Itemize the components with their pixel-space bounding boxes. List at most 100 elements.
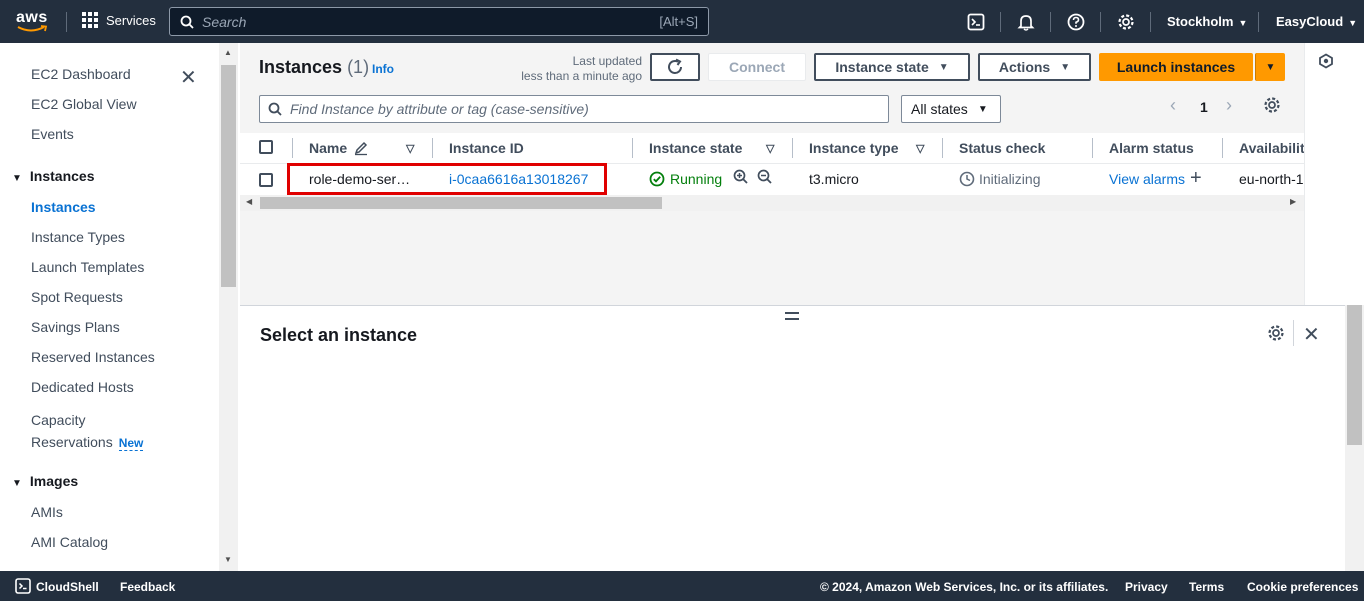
sidebar-scrollbar[interactable]: ▲ ▼	[219, 43, 238, 571]
sidebar-item-events[interactable]: Events	[31, 126, 74, 142]
add-alarm-icon[interactable]: +	[1190, 167, 1202, 190]
scrollbar-thumb[interactable]	[1347, 305, 1362, 445]
feedback-link[interactable]: Feedback	[120, 580, 175, 594]
cloudshell-footer-icon[interactable]	[15, 578, 31, 597]
states-filter-select[interactable]: All states ▼	[901, 95, 1001, 123]
new-badge: New	[118, 436, 144, 451]
instance-state-cell: Running	[649, 171, 722, 187]
sidebar-item-amis[interactable]: AMIs	[31, 504, 63, 520]
caret-down-icon: ▼	[1238, 18, 1248, 28]
nav-divider	[1100, 12, 1101, 32]
launch-instances-button[interactable]: Launch instances	[1099, 53, 1253, 81]
global-search[interactable]: [Alt+S]	[169, 7, 709, 36]
cookie-preferences-link[interactable]: Cookie preferences	[1247, 580, 1358, 594]
nav-divider	[1000, 12, 1001, 32]
cloudshell-link[interactable]: CloudShell	[36, 580, 99, 594]
table-horizontal-scrollbar[interactable]: ◀ ▶	[240, 195, 1304, 211]
page-title: Instances (1)	[259, 57, 370, 77]
instances-table: Name ▽ Instance ID Instance state ▽ Inst…	[240, 133, 1304, 211]
scrollbar-thumb[interactable]	[221, 65, 236, 287]
caret-down-icon: ▼	[12, 478, 22, 489]
column-header-alarm-status[interactable]: Alarm status	[1109, 133, 1194, 163]
search-icon	[180, 15, 194, 29]
sidebar-item-reserved-instances[interactable]: Reserved Instances	[31, 349, 155, 365]
gear-icon[interactable]	[1116, 12, 1136, 32]
select-all-checkbox[interactable]	[259, 140, 273, 154]
column-header-status-check[interactable]: Status check	[959, 133, 1045, 163]
copyright: © 2024, Amazon Web Services, Inc. or its…	[820, 580, 1109, 594]
region-selector[interactable]: Stockholm ▼	[1167, 14, 1247, 29]
sidebar-item-global-view[interactable]: EC2 Global View	[31, 96, 137, 112]
caret-down-icon: ▼	[12, 173, 22, 184]
aws-logo-text: aws	[16, 9, 48, 26]
instance-state-button[interactable]: Instance state ▼	[814, 53, 970, 81]
previous-page-icon[interactable]: ‹	[1170, 95, 1176, 116]
scroll-left-icon[interactable]: ◀	[246, 197, 252, 206]
privacy-link[interactable]: Privacy	[1125, 580, 1168, 594]
sidebar-item-instances[interactable]: Instances	[31, 199, 96, 215]
help-icon[interactable]	[1066, 12, 1086, 32]
services-menu-button[interactable]: Services	[82, 12, 156, 28]
bell-icon[interactable]	[1016, 12, 1036, 32]
sidebar-item-dedicated-hosts[interactable]: Dedicated Hosts	[31, 379, 134, 395]
sidebar-item-ec2-dashboard[interactable]: EC2 Dashboard	[31, 66, 131, 82]
zoom-out-icon[interactable]	[756, 168, 774, 189]
nav-divider	[1258, 12, 1259, 32]
actions-button[interactable]: Actions ▼	[978, 53, 1091, 81]
launch-dropdown-button[interactable]: ▼	[1255, 53, 1285, 81]
edit-icon[interactable]	[353, 140, 369, 156]
instance-count: (1)	[347, 57, 370, 77]
services-label: Services	[106, 12, 156, 28]
close-panel-icon[interactable]: ✕	[1303, 322, 1320, 347]
scroll-down-icon[interactable]: ▼	[224, 555, 232, 564]
details-panel: Select an instance ✕	[240, 305, 1345, 571]
resize-handle-icon[interactable]	[785, 312, 799, 320]
account-menu[interactable]: EasyCloud ▼	[1276, 14, 1357, 29]
row-checkbox[interactable]	[259, 173, 273, 187]
current-page[interactable]: 1	[1200, 99, 1208, 115]
preferences-icon[interactable]	[1263, 96, 1281, 117]
instance-type: t3.micro	[809, 171, 859, 187]
status-label: Initializing	[979, 171, 1041, 187]
column-header-instance-id[interactable]: Instance ID	[449, 133, 524, 163]
terms-link[interactable]: Terms	[1189, 580, 1224, 594]
cloudshell-icon[interactable]	[966, 12, 986, 32]
sidebar-section-images[interactable]: ▼ Images	[12, 473, 78, 489]
next-page-icon[interactable]: ›	[1226, 95, 1232, 116]
caret-down-icon: ▼	[938, 61, 949, 73]
view-alarms-link[interactable]: View alarms	[1109, 171, 1185, 187]
refresh-button[interactable]	[650, 53, 700, 81]
instance-filter[interactable]	[259, 95, 889, 123]
sort-icon[interactable]: ▽	[766, 133, 774, 163]
sidebar-section-instances[interactable]: ▼ Instances	[12, 168, 95, 184]
sort-icon[interactable]: ▽	[406, 133, 414, 163]
scroll-right-icon[interactable]: ▶	[1290, 197, 1296, 206]
info-link[interactable]: Info	[372, 62, 394, 76]
close-sidebar-icon[interactable]: ✕	[180, 65, 197, 90]
search-icon	[268, 102, 282, 116]
side-navigation: EC2 Dashboard ✕ EC2 Global View Events ▼…	[0, 43, 238, 571]
connect-button[interactable]: Connect	[708, 53, 806, 81]
sidebar-item-instance-types[interactable]: Instance Types	[31, 229, 125, 245]
sort-icon[interactable]: ▽	[916, 133, 924, 163]
scroll-up-icon[interactable]: ▲	[224, 48, 232, 57]
sidebar-item-spot-requests[interactable]: Spot Requests	[31, 289, 123, 305]
column-header-instance-state[interactable]: Instance state	[649, 133, 742, 163]
page-vertical-scrollbar[interactable]	[1345, 305, 1364, 571]
sidebar-item-capacity-reservations[interactable]: Capacity Reservations New	[31, 409, 144, 454]
caret-down-icon: ▼	[1265, 61, 1276, 73]
help-panel-icon[interactable]	[1318, 53, 1334, 72]
zoom-in-icon[interactable]	[732, 168, 750, 189]
scrollbar-thumb[interactable]	[260, 197, 662, 209]
aws-logo[interactable]: aws	[16, 10, 50, 34]
filter-input[interactable]	[290, 101, 880, 117]
column-header-instance-type[interactable]: Instance type	[809, 133, 898, 163]
sidebar-item-ami-catalog[interactable]: AMI Catalog	[31, 534, 108, 550]
panel-settings-icon[interactable]	[1267, 324, 1285, 345]
availability-zone: eu-north-1	[1239, 171, 1304, 187]
sidebar-item-savings-plans[interactable]: Savings Plans	[31, 319, 120, 335]
sidebar-item-launch-templates[interactable]: Launch Templates	[31, 259, 144, 275]
column-header-availability-zone[interactable]: Availabilit	[1239, 133, 1304, 163]
column-header-name[interactable]: Name	[309, 133, 369, 163]
search-input[interactable]	[202, 13, 660, 30]
